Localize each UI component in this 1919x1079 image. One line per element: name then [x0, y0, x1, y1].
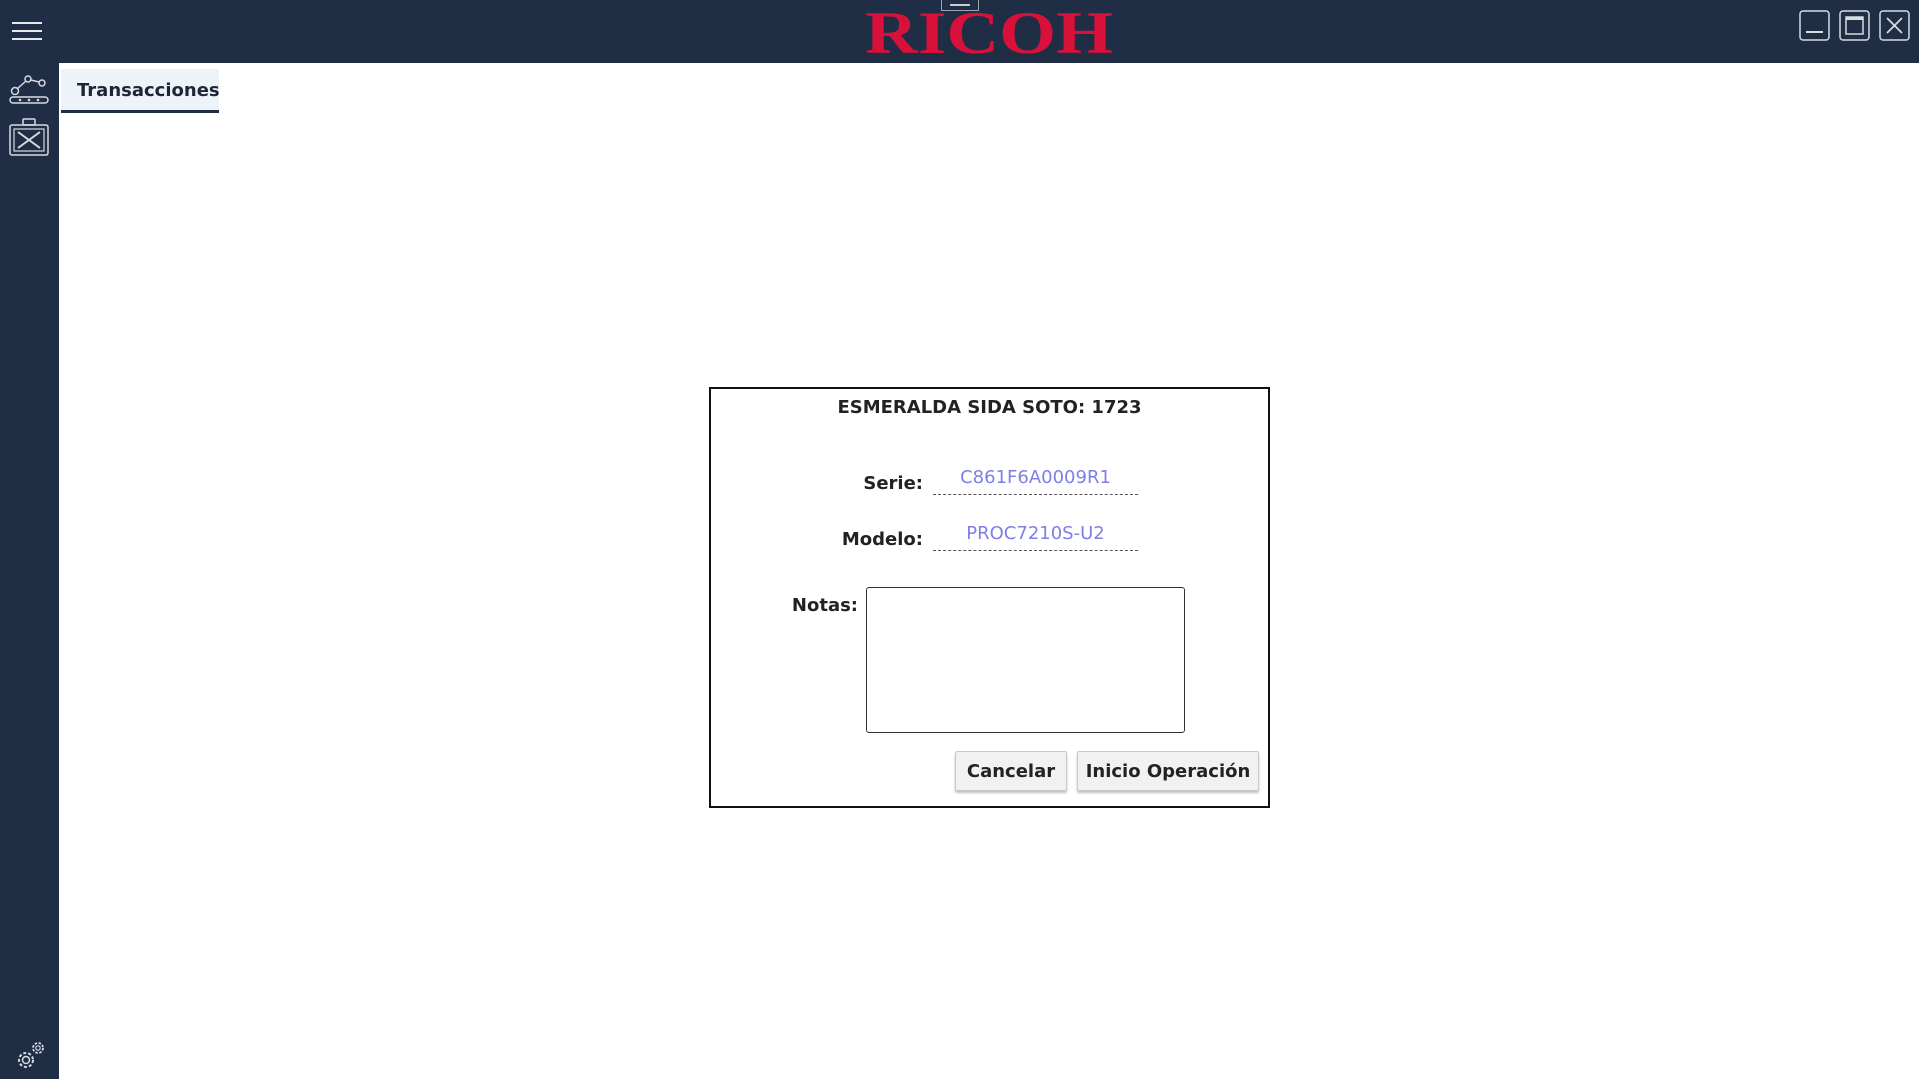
settings-gears-icon[interactable] [13, 1039, 47, 1073]
minimize-icon[interactable] [1799, 10, 1830, 41]
serie-label: Serie: [863, 473, 923, 494]
close-icon[interactable] [1879, 10, 1910, 41]
modelo-label: Modelo: [841, 529, 923, 550]
serie-value: C861F6A0009R1 [933, 463, 1138, 495]
notas-textarea[interactable] [866, 587, 1185, 733]
start-operation-button[interactable]: Inicio Operación [1077, 751, 1259, 791]
header-bar: RICOH [0, 0, 1919, 63]
hamburger-menu-icon[interactable] [10, 16, 44, 46]
operation-dialog: ESMERALDA SIDA SOTO: 1723 Serie: C861F6A… [709, 387, 1270, 808]
ricoh-logo: RICOH [865, 5, 1113, 59]
drag-handle-icon[interactable] [941, 0, 979, 11]
app-window: RICOH Transacciones ESMERALDA SIDA SOTO:… [0, 0, 1919, 1079]
modelo-value: PROC7210S-U2 [933, 519, 1138, 551]
sidebar [0, 63, 59, 1079]
notas-label: Notas: [791, 595, 858, 616]
brand-text: RICOH [865, 5, 1113, 59]
maximize-icon[interactable] [1839, 10, 1870, 41]
network-route-icon[interactable] [8, 71, 50, 105]
toolbox-icon[interactable] [8, 117, 50, 157]
tab-transacciones[interactable]: Transacciones [61, 69, 220, 113]
dialog-title: ESMERALDA SIDA SOTO: 1723 [837, 397, 1142, 418]
cancel-button[interactable]: Cancelar [955, 751, 1067, 791]
